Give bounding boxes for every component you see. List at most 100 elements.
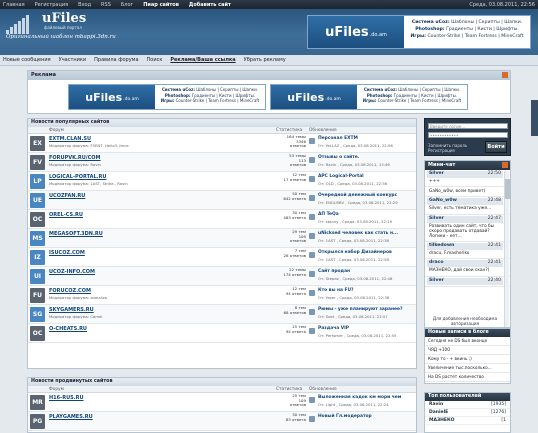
blog-post-item[interactable]: Кому то - + вкинь ;) [425,355,510,364]
forum-name-link[interactable]: OREL-CS.RU [49,212,83,218]
ad-banner[interactable]: uFiles .do.am Система uCoz: Шаблоны | Скр… [270,84,468,110]
ad-banner[interactable]: uFiles .do.am Система uCoz: Шаблоны | Скр… [68,84,266,110]
topbar-link-register[interactable]: Регистрация [35,2,69,8]
topbar-link-add-site[interactable]: Добавить сайт [189,2,231,8]
login-button[interactable]: Войти [485,141,507,153]
nav-advertising[interactable]: Реклама/Ваша ссылка [170,57,235,63]
password-field[interactable]: •••••••••••• [428,132,508,138]
forum-row[interactable]: OC O-CHEATS.RU 25 тем 94 ответа Раздача VIP О… [28,324,416,343]
topbar-link-login[interactable]: Вход [78,2,91,8]
chat-scrollbar[interactable] [504,171,510,327]
forum-row[interactable]: SG SKYGAMERS.RU Модератор форума: Camel 8 т… [28,305,416,324]
forum-name-link[interactable]: UCOZFAN.RU [49,193,85,199]
topbar-link-rss[interactable]: RSS [101,2,111,8]
chat-user[interactable]: 22:41 dracо [427,260,503,268]
chat-user[interactable]: 22:50 Silver [427,171,503,178]
last-post-icon [309,157,315,163]
collapse-icon[interactable] [502,72,508,78]
topbar-link-home[interactable]: Главная [3,2,25,8]
last-post-link[interactable]: uNicksed человек как стать н... [318,231,398,236]
forum-row[interactable]: EX EXTM.CLAN.SU Модератор форума: F5ENT, H… [28,134,416,153]
forum-stats: 25 тем 94 ответа [285,324,306,334]
last-post-icon [309,233,315,239]
last-post-link[interactable]: Кто вы на FU? [318,288,354,293]
blog-post-item[interactable]: ЧЯД +100 [425,346,510,355]
last-post-link[interactable]: Выложенная кадок км мори чем [318,395,401,400]
mini-chat: Мини-чат 22:50 Silver +++ GaNo_w0w, всем пр… [424,160,511,328]
last-post-link[interactable]: Очередной денежный конкурс [318,193,397,198]
last-post-icon [309,176,315,182]
last-post-meta: От: Yazer , Среда, 03.08.2011, 22:38 [318,295,390,300]
forum-name-link[interactable]: SKYGAMERS.RU [49,307,94,313]
last-post-link[interactable]: АП TeQa [318,212,339,217]
forum-name-link[interactable]: LOGICAL-PORTAL.RU [49,174,106,180]
chat-user[interactable]: 22:40 Silver [427,277,503,285]
forum-row[interactable]: LP LOGICAL-PORTAL.RU Модератор форума: 1AS… [28,172,416,191]
forum-name-link[interactable]: H16-RUS.RU [49,395,84,401]
header-banner-text: Система uCoz: Шаблоны | Скрипты | Шапки.… [410,20,524,39]
popular-sites-section: Новости популярных сайтов Форум Статисти… [27,118,417,369]
forum-row[interactable]: PG PLAYGAMES.RU 30 тем 83 ответа Новый Гл.мо… [28,412,416,431]
last-post-link[interactable]: Открылся набор Дизайнеров [318,250,392,255]
last-post-link[interactable]: Рюмы - уже планируют заранее? [318,307,403,312]
nav-members[interactable]: Участники [59,57,87,63]
ad-text: Система uCoz: Шаблоны | Скрипты | Шапки.… [362,87,462,104]
forum-row[interactable]: FV FORUPVK.RU/COM Модератор форума: Ravin 5… [28,153,416,172]
blog-post-item[interactable]: На DS растет количество [425,373,510,382]
forum-icon: SG [30,307,45,322]
forum-row[interactable]: FU FORUCOZ.COM Модератор форума: zomaliza 1… [28,286,416,305]
last-post-link[interactable]: Раздача VIP [318,326,349,331]
forum-name-link[interactable]: FORUCOZ.COM [49,288,91,294]
top-user-row[interactable]: МАЗНЕКО [1 [425,417,510,425]
last-post-meta: От: stanny , Среда, 03.08.2011, 22:19 [318,219,393,224]
nav-remove-ads[interactable]: Убрать рекламу [244,57,286,63]
ad-brand: uFiles .do.am [69,85,155,109]
forum-row[interactable]: OC OREL-CS.RU 30 тем 463 ответа АП TeQa От: s… [28,210,416,229]
last-post-link[interactable]: Отзывы о сайте. [318,155,359,160]
top-user-row[interactable]: DanielE [1276] [425,409,510,417]
top-user-row[interactable]: Ravin [1935] [425,401,510,409]
forum-row[interactable]: UE UCOZFAN.RU 50 тем 642 ответа Очередной де… [28,191,416,210]
blog-post-item[interactable]: Увеличение тыс.посколько... [425,364,510,373]
chat-user[interactable]: 22:41 tilkedown [427,243,503,251]
forum-icon: UE [30,193,45,208]
forum-row[interactable]: UI UCOZ-INFO.COM 22 темы 174 ответа Сайт про… [28,267,416,286]
forum-name-link[interactable]: ISUCOZ.COM [49,250,85,256]
last-post-meta: От: 1AST , Среда, 03.08.2011, 22:38 [318,238,389,243]
forum-name-link[interactable]: FORUPVK.RU/COM [49,155,101,161]
chat-user[interactable]: 22:47 Silver [427,215,503,223]
nav-new-messages[interactable]: Новые сообщения [3,57,51,63]
forum-name-link[interactable]: UCOZ-INFO.COM [49,269,95,275]
nav-rules[interactable]: Правила форума [94,57,138,63]
forum-row[interactable]: MR H16-RUS.RU 25 тем 109 ответов Выложенная к… [28,393,416,412]
last-post-link[interactable]: Персонал EXTM [318,136,358,141]
collapse-icon[interactable] [502,162,508,168]
forum-icon: PG [30,414,45,429]
blog-post-item[interactable]: Сегодня не DS был вконце [425,337,510,346]
forum-name-link[interactable]: PLAYGAMES.RU [49,414,93,420]
side-tab[interactable] [531,100,538,136]
remember-checkbox[interactable]: Запомнить пароль Регистрация [428,143,467,153]
last-post-link[interactable]: Новый Гл.модератор [318,414,372,419]
chat-auth-note: Для добавления необходима авторизация [432,316,498,326]
forum-row[interactable]: IZ ISUCOZ.COM 7 тем 28 ответов Открылся набо… [28,248,416,267]
forum-row[interactable]: MS MEGASOFT.3DN.RU 29 тем 109 ответов uNickse… [28,229,416,248]
topbar-link-blog[interactable]: Блог [121,2,133,8]
forum-name-link[interactable]: MEGASOFT.3DN.RU [49,231,103,237]
header-banner[interactable]: uFiles .do.am Система uCoz: Шаблоны | Скр… [307,15,531,49]
site-logo[interactable]: uFiles файловый портал Оригинальный шабл… [6,11,128,48]
last-post-link[interactable]: Сайт продан [318,269,350,274]
forum-name-link[interactable]: O-CHEATS.RU [49,326,87,332]
username-field[interactable]: Введите логин... [428,123,508,129]
topbar-link-promo[interactable]: Пиар сайтов [143,2,179,8]
forum-name-link[interactable]: EXTM.CLAN.SU [49,136,91,142]
ad-panel-title: Реклама [28,71,510,80]
chat-user[interactable]: 22:48 GaNo_w0w [427,198,503,206]
last-post-meta: От: YeLLAZ , Среда, 03.08.2011, 22:06 [318,143,393,148]
register-link[interactable]: Регистрация [428,148,455,153]
col-forum: Форум [49,128,64,133]
last-post-link[interactable]: APC Logical-Portal [318,174,364,179]
forum-stats: 22 темы 174 ответа [283,267,306,277]
nav-search[interactable]: Поиск [147,57,163,63]
logo-bars-icon [6,14,40,34]
